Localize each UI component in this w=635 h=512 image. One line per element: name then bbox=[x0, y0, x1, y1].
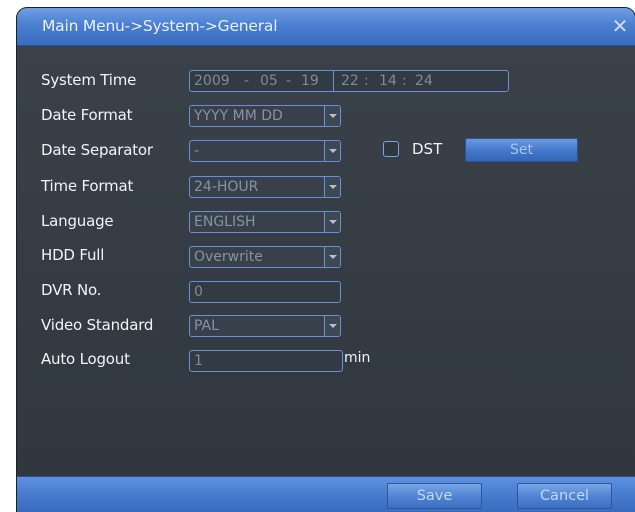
dvr-no-input[interactable]: 0 bbox=[189, 281, 341, 303]
language-select[interactable]: ENGLISH bbox=[189, 211, 341, 233]
time-format-dropdown-button[interactable] bbox=[324, 177, 340, 197]
time-separator-2: : bbox=[402, 73, 407, 89]
date-time-divider bbox=[333, 71, 334, 91]
dst-label: DST bbox=[412, 140, 443, 158]
save-button[interactable]: Save bbox=[387, 483, 482, 509]
chevron-down-icon bbox=[329, 149, 337, 153]
date-format-value: YYYY MM DD bbox=[194, 108, 283, 124]
title-bar: Main Menu->System->General ✕ bbox=[17, 8, 635, 46]
video-standard-value: PAL bbox=[194, 318, 219, 334]
hdd-full-dropdown-button[interactable] bbox=[324, 247, 340, 267]
date-separator-1: - bbox=[244, 73, 250, 89]
language-value: ENGLISH bbox=[194, 214, 256, 230]
date-format-select[interactable]: YYYY MM DD bbox=[189, 105, 341, 127]
language-dropdown-button[interactable] bbox=[324, 212, 340, 232]
second-field[interactable]: 24 bbox=[415, 71, 433, 91]
chevron-down-icon bbox=[329, 255, 337, 259]
auto-logout-input[interactable]: 1 bbox=[189, 350, 343, 372]
system-time-label: System Time bbox=[41, 71, 137, 89]
month-field[interactable]: 05 bbox=[260, 71, 278, 91]
close-icon[interactable]: ✕ bbox=[609, 15, 631, 37]
window-title: Main Menu->System->General bbox=[42, 17, 278, 35]
hdd-full-label: HDD Full bbox=[41, 246, 105, 264]
time-format-value: 24-HOUR bbox=[194, 179, 259, 195]
hour-field[interactable]: 22 bbox=[341, 71, 359, 91]
time-format-label: Time Format bbox=[41, 177, 134, 195]
date-separator-select[interactable]: - bbox=[189, 140, 341, 162]
video-standard-select[interactable]: PAL bbox=[189, 315, 341, 337]
hdd-full-select[interactable]: Overwrite bbox=[189, 246, 341, 268]
cancel-button[interactable]: Cancel bbox=[517, 483, 612, 509]
date-separator-label: Date Separator bbox=[41, 141, 153, 159]
video-standard-dropdown-button[interactable] bbox=[324, 316, 340, 336]
time-format-select[interactable]: 24-HOUR bbox=[189, 176, 341, 198]
dst-checkbox[interactable] bbox=[383, 141, 399, 157]
auto-logout-unit: min bbox=[344, 350, 371, 366]
system-time-field[interactable]: 2009 - 05 - 19 22 : 14 : 24 bbox=[189, 70, 509, 92]
date-format-dropdown-button[interactable] bbox=[324, 106, 340, 126]
date-separator-value: - bbox=[194, 143, 200, 159]
chevron-down-icon bbox=[329, 185, 337, 189]
hdd-full-value: Overwrite bbox=[194, 249, 263, 265]
language-label: Language bbox=[41, 212, 114, 230]
date-separator-dropdown-button[interactable] bbox=[324, 141, 340, 161]
year-field[interactable]: 2009 bbox=[194, 71, 230, 91]
date-format-label: Date Format bbox=[41, 106, 133, 124]
auto-logout-label: Auto Logout bbox=[41, 350, 130, 368]
date-separator-2: - bbox=[286, 73, 292, 89]
chevron-down-icon bbox=[329, 114, 337, 118]
footer-bar: Save Cancel bbox=[17, 476, 635, 512]
chevron-down-icon bbox=[329, 324, 337, 328]
time-separator-1: : bbox=[364, 73, 369, 89]
video-standard-label: Video Standard bbox=[41, 316, 154, 334]
chevron-down-icon bbox=[329, 220, 337, 224]
dvr-no-label: DVR No. bbox=[41, 281, 102, 299]
dst-set-button[interactable]: Set bbox=[465, 138, 578, 162]
day-field[interactable]: 19 bbox=[301, 71, 319, 91]
settings-panel: System Time 2009 - 05 - 19 22 : 14 : 24 … bbox=[17, 46, 635, 476]
general-settings-window: Main Menu->System->General ✕ System Time… bbox=[17, 8, 635, 512]
minute-field[interactable]: 14 bbox=[379, 71, 397, 91]
